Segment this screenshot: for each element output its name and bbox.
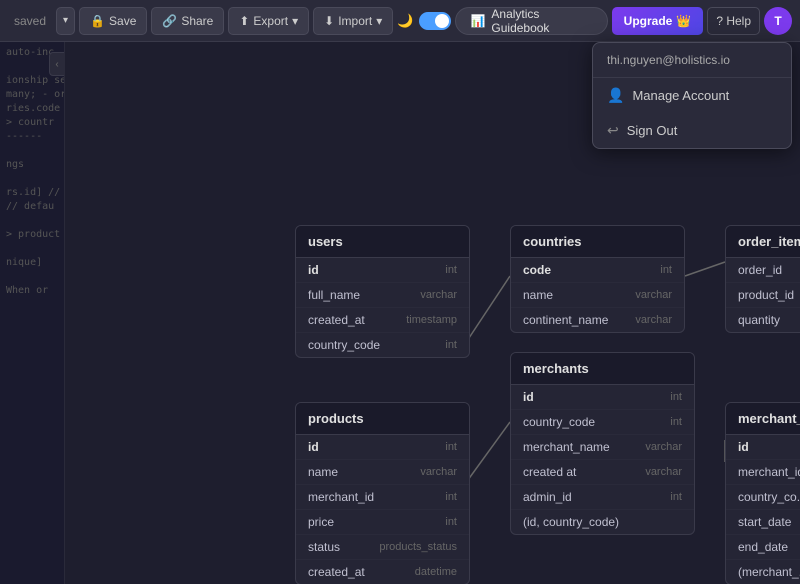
moon-icon: 🌙: [397, 13, 413, 29]
dark-mode-toggle[interactable]: 🌙: [397, 12, 451, 30]
table-row: end_date: [726, 535, 800, 560]
table-row: name varchar: [511, 283, 684, 308]
share-button[interactable]: 🔗 Share: [151, 7, 224, 35]
table-row: start_date: [726, 510, 800, 535]
table-row: merchant_name varchar: [511, 435, 694, 460]
sidebar-code-panel: auto-inc ionship se many; - or ries.code…: [0, 42, 64, 302]
table-row: product_id: [726, 283, 800, 308]
table-row: merchant_id: [726, 460, 800, 485]
import-chevron: ▾: [376, 14, 382, 28]
table-row: status products_status: [296, 535, 469, 560]
import-button[interactable]: ⬇ Import ▾: [313, 7, 393, 35]
table-row: created_at datetime: [296, 560, 469, 584]
table-row: code int: [511, 258, 684, 283]
table-row: price int: [296, 510, 469, 535]
order-items-table-header: order_items: [726, 226, 800, 258]
merchant-p-table-header: merchant_p...: [726, 403, 800, 435]
sign-out-item[interactable]: ↩ Sign Out: [593, 113, 791, 148]
upgrade-button[interactable]: Upgrade 👑: [612, 7, 704, 35]
table-row: quantity: [726, 308, 800, 332]
page-title-pill[interactable]: 📊 Analytics Guidebook: [455, 7, 607, 35]
table-row: full_name varchar: [296, 283, 469, 308]
signout-icon: ↩: [607, 122, 619, 139]
user-dropdown-menu: thi.nguyen@holistics.io 👤 Manage Account…: [592, 42, 792, 149]
share-icon: 🔗: [162, 14, 177, 28]
users-table[interactable]: users id int full_name varchar created_a…: [295, 225, 470, 358]
products-table-header: products: [296, 403, 469, 435]
table-row: admin_id int: [511, 485, 694, 510]
title-emoji: 📊: [470, 14, 485, 28]
toggle-switch[interactable]: [419, 12, 451, 30]
table-row: order_id: [726, 258, 800, 283]
table-row: (merchant_...: [726, 560, 800, 584]
table-row: id int: [296, 258, 469, 283]
manage-account-item[interactable]: 👤 Manage Account: [593, 78, 791, 113]
table-row: continent_name varchar: [511, 308, 684, 332]
table-row: created at varchar: [511, 460, 694, 485]
user-icon: 👤: [607, 87, 624, 104]
order-items-table[interactable]: order_items order_id product_id quantity: [725, 225, 800, 333]
countries-table[interactable]: countries code int name varchar continen…: [510, 225, 685, 333]
export-chevron: ▾: [292, 14, 298, 28]
avatar-button[interactable]: T: [764, 7, 792, 35]
table-row: merchant_id int: [296, 485, 469, 510]
help-button[interactable]: ? Help: [707, 7, 760, 35]
products-table[interactable]: products id int name varchar merchant_id…: [295, 402, 470, 584]
toggle-knob: [435, 14, 449, 28]
export-icon: ⬆: [239, 14, 249, 28]
table-row: country_co...: [726, 485, 800, 510]
table-row: country_code int: [296, 333, 469, 357]
merchants-table[interactable]: merchants id int country_code int mercha…: [510, 352, 695, 535]
toolbar-left: saved ▾ 🔒 Save 🔗 Share ⬆ Export ▾ ⬇ Impo…: [8, 7, 608, 35]
undo-dropdown-btn[interactable]: ▾: [56, 7, 75, 35]
user-email: thi.nguyen@holistics.io: [593, 43, 791, 78]
table-row: created_at timestamp: [296, 308, 469, 333]
table-row: id int: [296, 435, 469, 460]
page-title: Analytics Guidebook: [491, 7, 592, 35]
collapse-sidebar-btn[interactable]: ‹: [49, 52, 65, 76]
table-row: id int: [511, 385, 694, 410]
table-row: id: [726, 435, 800, 460]
crown-icon: 👑: [676, 14, 691, 28]
saved-indicator: saved: [8, 14, 52, 28]
countries-table-header: countries: [511, 226, 684, 258]
export-button[interactable]: ⬆ Export ▾: [228, 7, 309, 35]
import-icon: ⬇: [324, 14, 334, 28]
toolbar: saved ▾ 🔒 Save 🔗 Share ⬆ Export ▾ ⬇ Impo…: [0, 0, 800, 42]
merchants-table-header: merchants: [511, 353, 694, 385]
sidebar: ‹ auto-inc ionship se many; - or ries.co…: [0, 42, 65, 584]
users-table-header: users: [296, 226, 469, 258]
table-row: (id, country_code): [511, 510, 694, 534]
table-row: country_code int: [511, 410, 694, 435]
table-row: name varchar: [296, 460, 469, 485]
merchant-p-table[interactable]: merchant_p... id merchant_id country_co.…: [725, 402, 800, 584]
save-icon: 🔒: [90, 14, 105, 28]
save-button[interactable]: 🔒 Save: [79, 7, 147, 35]
